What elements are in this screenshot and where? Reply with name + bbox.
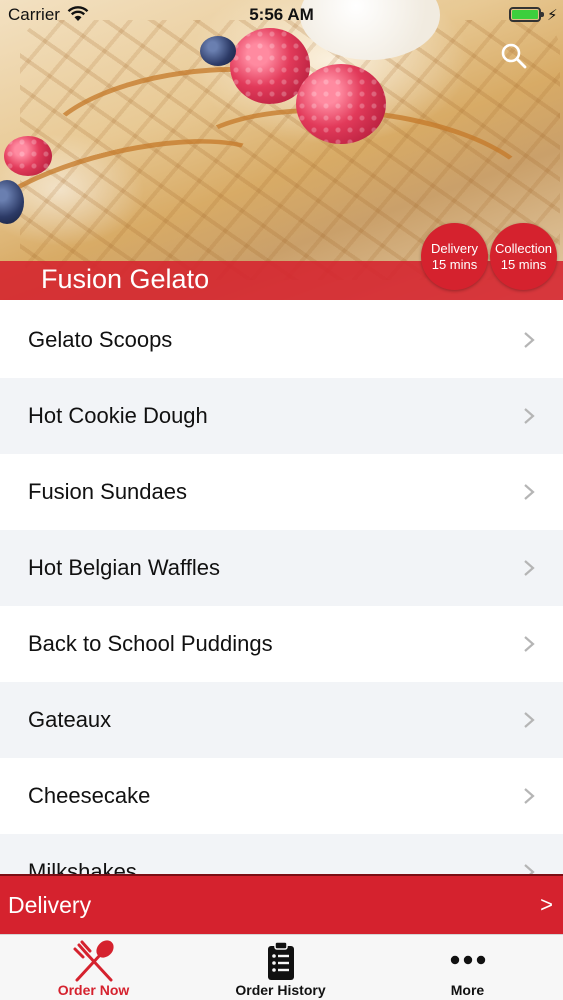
menu-item-milkshakes[interactable]: Milkshakes [0,834,563,874]
tab-bar: Order Now Order History More [0,934,563,1000]
tab-order-now[interactable]: Order Now [0,935,187,1000]
tab-order-history[interactable]: Order History [187,935,374,1000]
charging-icon: ⚡ [547,7,558,24]
menu-item-label: Milkshakes [28,859,137,874]
delivery-mode-label: Delivery [8,892,92,918]
status-bar: Carrier 5:56 AM ⚡ [0,0,563,30]
menu-category-list[interactable]: Gelato Scoops Hot Cookie Dough Fusion Su… [0,302,563,874]
fork-spoon-icon [73,940,114,982]
menu-item-label: Hot Cookie Dough [28,403,208,428]
clipboard-list-icon [267,941,294,980]
tab-label: Order History [235,982,326,998]
menu-item-hot-belgian-waffles[interactable]: Hot Belgian Waffles [0,530,563,606]
delivery-badge-label: Delivery [431,241,478,256]
menu-item-back-to-school-puddings[interactable]: Back to School Puddings [0,606,563,682]
more-dots-icon [450,955,485,965]
chevron-right-icon [524,864,535,874]
chevron-right-icon [524,788,535,804]
tab-more[interactable]: More [374,935,561,1000]
delivery-badge-time: 15 mins [431,257,478,272]
battery-icon [509,7,544,22]
menu-item-label: Fusion Sundaes [28,479,187,504]
menu-item-gateaux[interactable]: Gateaux [0,682,563,758]
chevron-right-icon [524,636,535,652]
collection-time-badge[interactable]: Collection 15 mins [490,223,557,290]
menu-item-label: Gateaux [28,707,112,732]
tab-label: More [450,982,485,998]
delivery-time-badge[interactable]: Delivery 15 mins [421,223,488,290]
search-icon[interactable] [500,42,528,70]
menu-item-label: Cheesecake [28,783,151,808]
menu-item-hot-cookie-dough[interactable]: Hot Cookie Dough [0,378,563,454]
chevron-right-icon [524,560,535,576]
chevron-right-icon [524,712,535,728]
brand-name: Fusion Gelato [41,264,210,294]
menu-item-label: Hot Belgian Waffles [28,555,220,580]
collection-badge-label: Collection [494,241,553,256]
collection-badge-time: 15 mins [500,257,547,272]
clock: 5:56 AM [249,5,314,24]
menu-item-label: Back to School Puddings [28,631,273,656]
delivery-arrow-icon: > [540,892,553,917]
menu-item-cheesecake[interactable]: Cheesecake [0,758,563,834]
chevron-right-icon [524,408,535,424]
delivery-mode-bar[interactable]: Delivery > [0,874,563,934]
tab-label: Order Now [57,982,130,998]
menu-item-gelato-scoops[interactable]: Gelato Scoops [0,302,563,378]
menu-item-fusion-sundaes[interactable]: Fusion Sundaes [0,454,563,530]
chevron-right-icon [524,332,535,348]
menu-item-label: Gelato Scoops [28,327,173,352]
chevron-right-icon [524,484,535,500]
